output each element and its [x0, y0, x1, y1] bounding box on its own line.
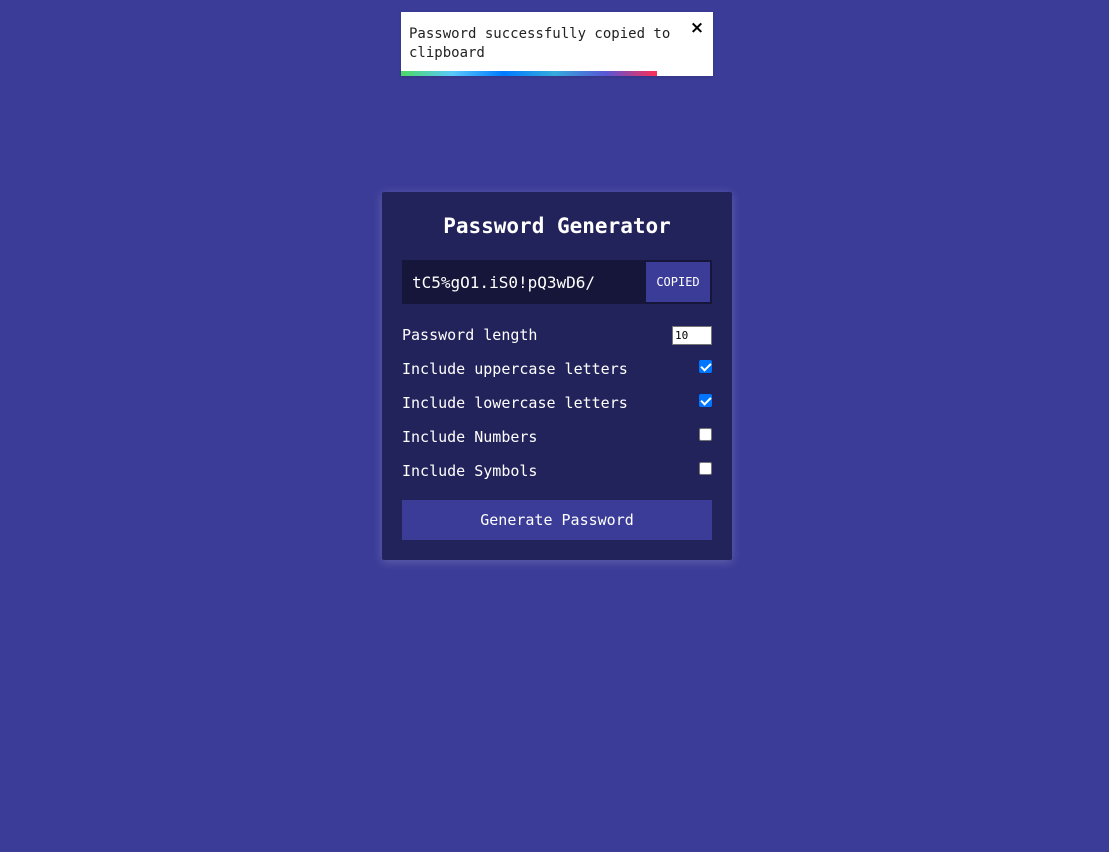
setting-length: Password length: [402, 318, 712, 352]
result-container: tC5%gO1.iS0!pQ3wD6/ COPIED: [402, 260, 712, 304]
setting-lowercase: Include lowercase letters: [402, 386, 712, 420]
setting-uppercase: Include uppercase letters: [402, 352, 712, 386]
setting-symbols: Include Symbols: [402, 454, 712, 488]
length-input[interactable]: [672, 325, 712, 345]
generate-button[interactable]: Generate Password: [402, 500, 712, 540]
copy-toast: Password successfully copied to clipboar…: [401, 12, 713, 76]
lowercase-label: Include lowercase letters: [402, 394, 628, 412]
toast-message: Password successfully copied to clipboar…: [409, 26, 671, 61]
settings-list: Password length Include uppercase letter…: [402, 318, 712, 488]
copy-button[interactable]: COPIED: [646, 262, 710, 302]
toast-progress-track: [401, 71, 713, 76]
password-result: tC5%gO1.iS0!pQ3wD6/: [412, 272, 596, 292]
setting-numbers: Include Numbers: [402, 420, 712, 454]
length-label: Password length: [402, 326, 538, 344]
close-icon[interactable]: ×: [689, 19, 705, 37]
page-title: Password Generator: [443, 214, 671, 238]
numbers-checkbox[interactable]: [699, 427, 712, 441]
uppercase-label: Include uppercase letters: [402, 360, 628, 378]
symbols-checkbox[interactable]: [699, 461, 712, 475]
numbers-label: Include Numbers: [402, 428, 538, 446]
lowercase-checkbox[interactable]: [699, 393, 712, 407]
uppercase-checkbox[interactable]: [699, 359, 712, 373]
toast-progress-bar: [401, 71, 657, 76]
symbols-label: Include Symbols: [402, 462, 538, 480]
password-generator-card: Password Generator tC5%gO1.iS0!pQ3wD6/ C…: [382, 192, 732, 560]
